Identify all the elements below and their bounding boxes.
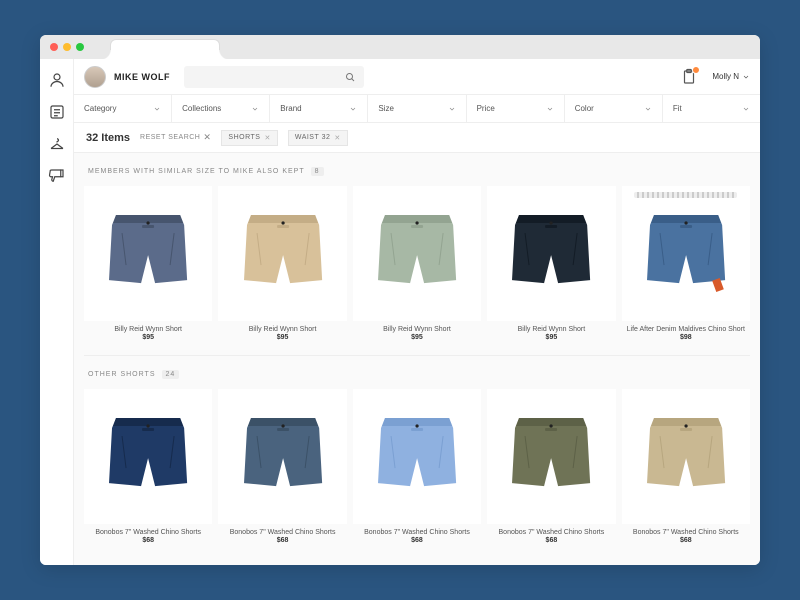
- window-controls: [50, 43, 84, 51]
- topbar: MIKE WOLF Molly N: [74, 59, 760, 95]
- left-rail: [40, 59, 74, 565]
- product-name: Bonobos 7" Washed Chino Shorts: [499, 528, 605, 537]
- product-name: Bonobos 7" Washed Chino Shorts: [633, 528, 739, 537]
- filter-price[interactable]: Price: [467, 95, 565, 122]
- close-window[interactable]: [50, 43, 58, 51]
- app-root: MIKE WOLF Molly N Category Collect: [40, 59, 760, 565]
- product-card[interactable]: Bonobos 7" Washed Chino Shorts$68: [622, 389, 750, 544]
- chevron-down-icon: [153, 105, 161, 113]
- results-scroll[interactable]: MEMBERS WITH SIMILAR SIZE TO MIKE ALSO K…: [74, 153, 760, 565]
- product-price: $95: [546, 334, 558, 341]
- product-card[interactable]: Billy Reid Wynn Short$95: [487, 186, 615, 341]
- product-card[interactable]: Billy Reid Wynn Short$95: [84, 186, 212, 341]
- product-price: $68: [277, 537, 289, 544]
- product-price: $68: [142, 537, 154, 544]
- stylist-name: Molly N: [712, 72, 739, 81]
- chevron-down-icon: [251, 105, 259, 113]
- product-thumb: [487, 186, 615, 321]
- section-count-badge: 8: [311, 167, 324, 176]
- browser-chrome: [40, 35, 760, 59]
- product-price: $68: [546, 537, 558, 544]
- product-card[interactable]: Bonobos 7" Washed Chino Shorts$68: [353, 389, 481, 544]
- product-thumb: [353, 389, 481, 524]
- product-name: Bonobos 7" Washed Chino Shorts: [95, 528, 201, 537]
- belt-overlay: [634, 192, 737, 198]
- product-thumb: [622, 186, 750, 321]
- browser-window: MIKE WOLF Molly N Category Collect: [40, 35, 760, 565]
- section-similar-title: MEMBERS WITH SIMILAR SIZE TO MIKE ALSO K…: [74, 153, 760, 182]
- search-input[interactable]: [192, 72, 344, 82]
- minimize-window[interactable]: [63, 43, 71, 51]
- product-card[interactable]: Bonobos 7" Washed Chino Shorts$68: [487, 389, 615, 544]
- section-other-title: OTHER SHORTS 24: [74, 356, 760, 385]
- product-card[interactable]: Billy Reid Wynn Short$95: [218, 186, 346, 341]
- close-icon: ✕: [264, 134, 270, 142]
- product-thumb: [622, 389, 750, 524]
- product-price: $95: [142, 334, 154, 341]
- filter-collections[interactable]: Collections: [172, 95, 270, 122]
- product-price: $95: [411, 334, 423, 341]
- product-thumb: [353, 186, 481, 321]
- product-price: $98: [680, 334, 692, 341]
- filter-bar: Category Collections Brand Size Price Co…: [74, 95, 760, 123]
- product-thumb: [218, 389, 346, 524]
- chevron-down-icon: [448, 105, 456, 113]
- chevron-down-icon: [546, 105, 554, 113]
- clipboard-button[interactable]: [680, 68, 698, 86]
- product-thumb: [218, 186, 346, 321]
- profile-icon[interactable]: [48, 71, 66, 89]
- product-name: Bonobos 7" Washed Chino Shorts: [364, 528, 470, 537]
- product-name: Bonobos 7" Washed Chino Shorts: [230, 528, 336, 537]
- product-name: Billy Reid Wynn Short: [249, 325, 317, 334]
- chevron-down-icon: [742, 73, 750, 81]
- hanger-icon[interactable]: [48, 135, 66, 153]
- product-price: $68: [411, 537, 423, 544]
- results-count: 32 Items: [86, 132, 130, 144]
- product-price: $95: [277, 334, 289, 341]
- browser-tab[interactable]: [110, 39, 220, 59]
- product-card[interactable]: Bonobos 7" Washed Chino Shorts$68: [84, 389, 212, 544]
- chevron-down-icon: [349, 105, 357, 113]
- client-avatar[interactable]: [84, 66, 106, 88]
- stylist-menu[interactable]: Molly N: [712, 72, 750, 81]
- product-card[interactable]: Bonobos 7" Washed Chino Shorts$68: [218, 389, 346, 544]
- filter-category[interactable]: Category: [74, 95, 172, 122]
- filter-color[interactable]: Color: [565, 95, 663, 122]
- close-icon: ✕: [334, 134, 340, 142]
- product-thumb: [84, 186, 212, 321]
- chevron-down-icon: [742, 105, 750, 113]
- close-icon: ✕: [203, 132, 211, 143]
- thumbs-down-icon[interactable]: [48, 167, 66, 185]
- product-price: $68: [680, 537, 692, 544]
- search-box[interactable]: [184, 66, 364, 88]
- chevron-down-icon: [644, 105, 652, 113]
- product-card[interactable]: Life After Denim Maldives Chino Short$98: [622, 186, 750, 341]
- filter-chip-shorts[interactable]: SHORTS✕: [221, 130, 277, 146]
- section-count-badge: 24: [162, 370, 180, 379]
- main-panel: MIKE WOLF Molly N Category Collect: [74, 59, 760, 565]
- product-name: Life After Denim Maldives Chino Short: [627, 325, 745, 334]
- search-icon: [344, 71, 356, 83]
- product-name: Billy Reid Wynn Short: [383, 325, 451, 334]
- product-name: Billy Reid Wynn Short: [114, 325, 182, 334]
- grid-similar: Billy Reid Wynn Short$95 Billy Reid Wynn…: [74, 182, 760, 355]
- maximize-window[interactable]: [76, 43, 84, 51]
- product-thumb: [487, 389, 615, 524]
- product-card[interactable]: Billy Reid Wynn Short$95: [353, 186, 481, 341]
- client-name: MIKE WOLF: [114, 72, 170, 82]
- filter-fit[interactable]: Fit: [663, 95, 760, 122]
- filter-brand[interactable]: Brand: [270, 95, 368, 122]
- grid-other: Bonobos 7" Washed Chino Shorts$68 Bonobo…: [74, 385, 760, 558]
- notes-icon[interactable]: [48, 103, 66, 121]
- notification-dot: [692, 66, 700, 74]
- results-header: 32 Items RESET SEARCH✕ SHORTS✕ WAIST 32✕: [74, 123, 760, 153]
- reset-search[interactable]: RESET SEARCH✕: [140, 132, 211, 143]
- product-thumb: [84, 389, 212, 524]
- filter-chip-waist[interactable]: WAIST 32✕: [288, 130, 348, 146]
- filter-size[interactable]: Size: [368, 95, 466, 122]
- product-name: Billy Reid Wynn Short: [518, 325, 586, 334]
